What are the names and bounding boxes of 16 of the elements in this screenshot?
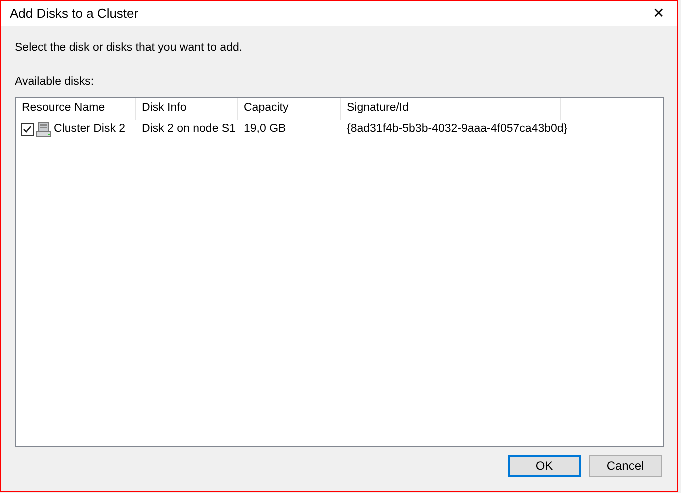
column-header[interactable]: Disk Info — [136, 98, 238, 120]
ok-button[interactable]: OK — [508, 454, 581, 476]
cancel-button[interactable]: Cancel — [589, 454, 662, 476]
table-cell-text: Cluster Disk 2 — [54, 122, 126, 137]
column-header[interactable]: Signature/Id — [341, 98, 561, 120]
checkbox[interactable] — [21, 123, 34, 136]
disk-icon — [36, 122, 52, 138]
column-header[interactable]: Resource Name — [16, 98, 136, 120]
instruction-text: Select the disk or disks that you want to add. — [15, 41, 244, 56]
list-label: Available disks: — [15, 75, 96, 90]
close-button[interactable]: ✕ — [641, 1, 677, 26]
column-header[interactable]: Capacity — [238, 98, 341, 120]
table-cell-text: 19,0 GB — [244, 122, 286, 137]
table-cell-text: {8ad31f4b-5b3b-4032-9aaa-4f057ca43b0d} — [347, 122, 568, 137]
table-cell-text: Disk 2 on node S1 — [142, 122, 236, 137]
window-title: Add Disks to a Cluster — [10, 4, 139, 23]
